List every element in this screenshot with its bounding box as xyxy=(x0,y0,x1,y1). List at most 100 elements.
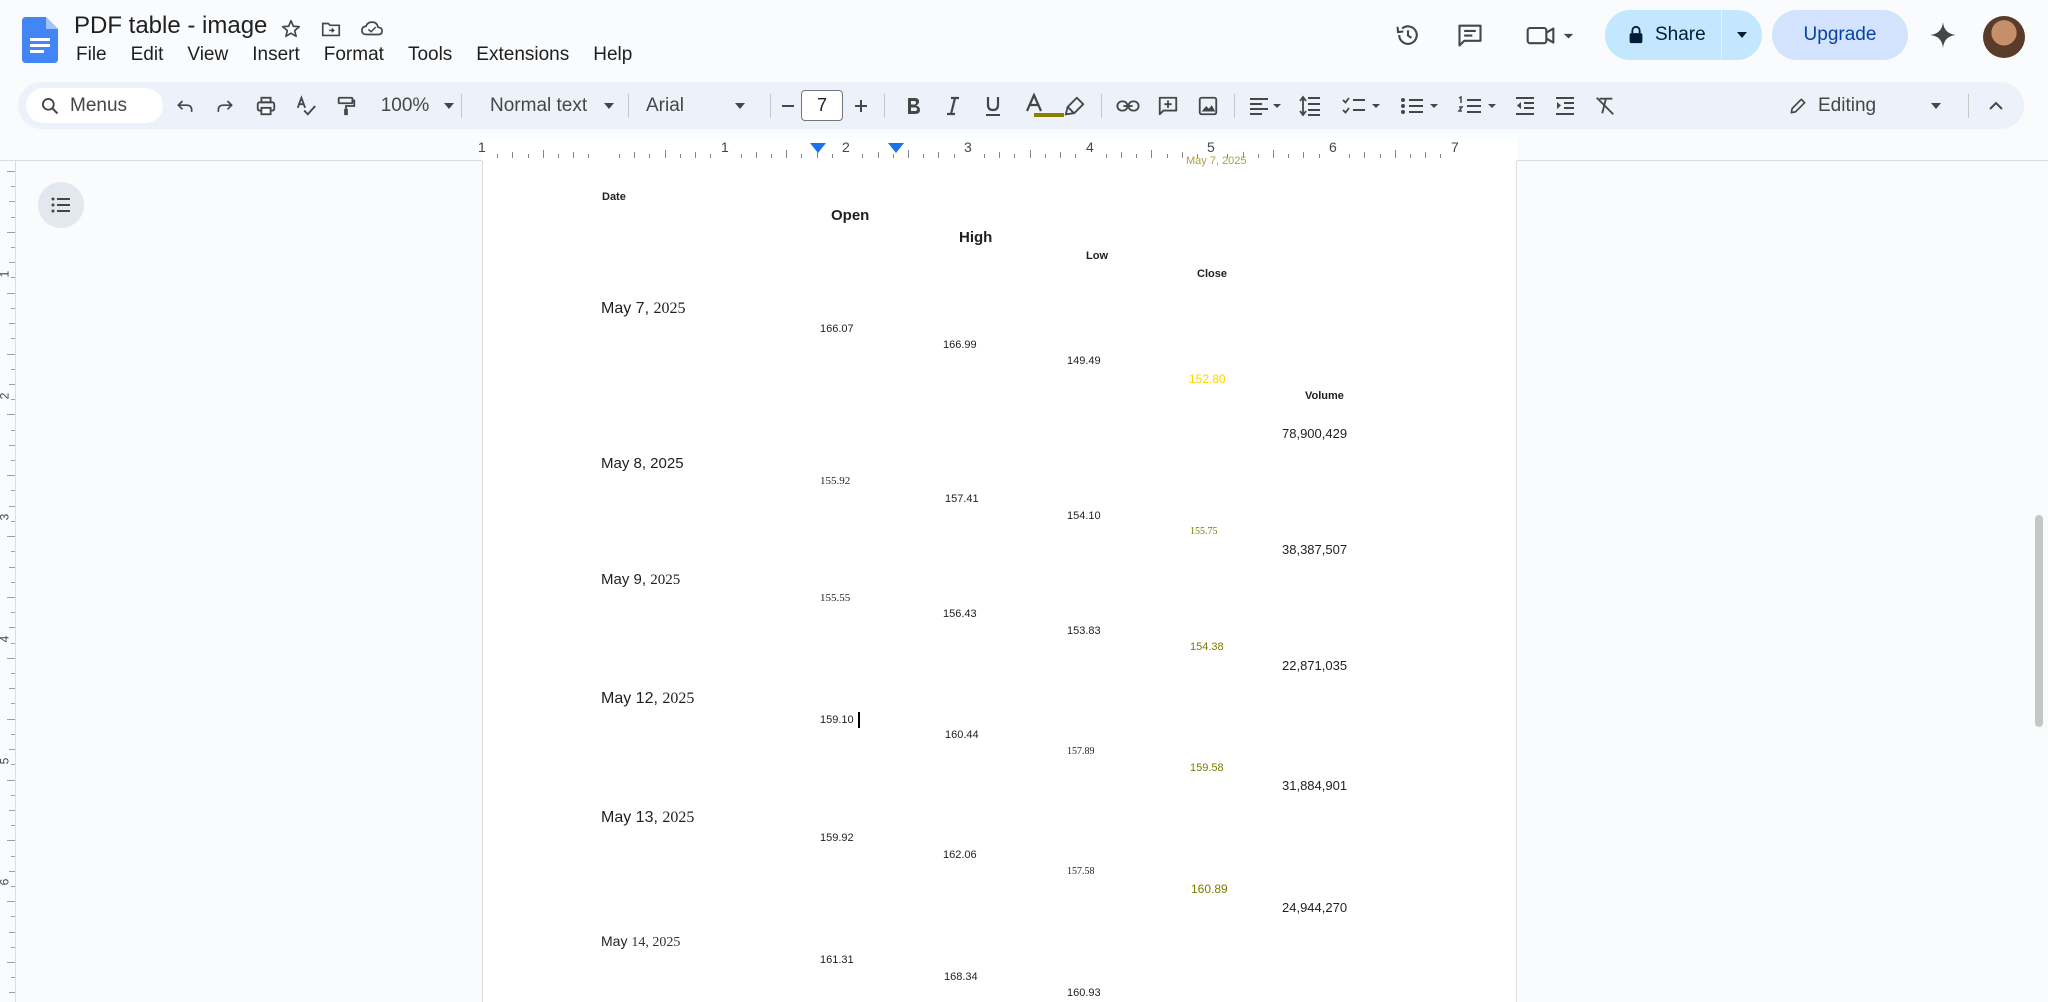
upgrade-button[interactable]: Upgrade xyxy=(1772,10,1908,60)
vertical-ruler-tick xyxy=(9,262,15,264)
line-spacing-icon[interactable] xyxy=(1290,82,1330,129)
menu-file[interactable]: File xyxy=(64,42,119,68)
docs-logo-icon[interactable] xyxy=(22,17,58,63)
vertical-ruler[interactable]: 1 2 3 4 5 6 xyxy=(0,161,16,1002)
ruler-tick xyxy=(1151,150,1153,158)
first-line-indent-marker[interactable] xyxy=(810,143,826,153)
vertical-ruler-label: 3 xyxy=(0,514,11,521)
ruler-tick xyxy=(1318,154,1320,158)
vertical-ruler-tick xyxy=(11,977,15,979)
ruler-tick xyxy=(1379,154,1381,158)
ruler-tick xyxy=(634,152,636,158)
print-icon[interactable] xyxy=(246,82,286,129)
decrease-indent-icon[interactable] xyxy=(1505,82,1545,129)
font-family-select[interactable]: Arial xyxy=(638,82,768,129)
font-size-input[interactable]: 7 xyxy=(801,90,843,121)
row6-date-prefix: May xyxy=(601,933,628,949)
horizontal-ruler[interactable]: 1 1 2 3 4 5 6 7 xyxy=(0,137,2048,161)
row5-close: 160.89 xyxy=(1191,882,1228,896)
redo-icon[interactable] xyxy=(206,82,244,129)
ruler-label: 6 xyxy=(1329,139,1337,155)
row1-close: 152.80 xyxy=(1189,372,1226,386)
row2-high: 157.41 xyxy=(945,493,979,505)
share-options-chevron-icon[interactable] xyxy=(1722,10,1762,60)
decrease-font-size-icon[interactable] xyxy=(773,82,803,129)
spellcheck-icon[interactable] xyxy=(286,82,326,129)
menu-extensions[interactable]: Extensions xyxy=(464,42,581,68)
vertical-ruler-tick xyxy=(11,277,15,279)
vertical-ruler-tick xyxy=(11,764,15,766)
vertical-ruler-tick xyxy=(9,323,15,325)
highlight-color-icon[interactable] xyxy=(1055,82,1095,129)
menu-tools[interactable]: Tools xyxy=(396,42,464,68)
increase-indent-icon[interactable] xyxy=(1545,82,1585,129)
comments-icon[interactable] xyxy=(1450,15,1490,55)
clear-formatting-icon[interactable] xyxy=(1585,82,1625,129)
toolbar: Menus 100% Normal text Arial 7 Editing xyxy=(18,82,2024,129)
zoom-select[interactable]: 100% xyxy=(368,82,468,129)
vertical-ruler-tick xyxy=(11,825,15,827)
header-date: Date xyxy=(602,191,626,203)
insert-link-icon[interactable] xyxy=(1108,82,1148,129)
star-icon[interactable] xyxy=(276,14,306,44)
numbered-list-icon[interactable] xyxy=(1448,82,1506,129)
ruler-label: 3 xyxy=(964,139,972,155)
document-outline-button[interactable] xyxy=(38,182,84,228)
document-page[interactable]: May 7, 2025 Date Open High Low Close Vol… xyxy=(482,155,1517,1002)
version-history-icon[interactable] xyxy=(1388,15,1428,55)
menu-insert[interactable]: Insert xyxy=(240,42,312,68)
search-menus-input[interactable]: Menus xyxy=(26,88,163,123)
vertical-ruler-tick xyxy=(11,490,15,492)
meet-video-icon[interactable] xyxy=(1520,15,1582,55)
paint-format-icon[interactable] xyxy=(326,82,366,129)
checklist-icon[interactable] xyxy=(1332,82,1390,129)
row5-date-year: 2025 xyxy=(662,809,695,826)
ruler-tick xyxy=(558,154,560,158)
move-to-folder-icon[interactable] xyxy=(316,14,346,44)
vertical-ruler-tick xyxy=(11,186,15,188)
row5-high: 162.06 xyxy=(943,849,977,861)
underline-icon[interactable] xyxy=(973,82,1013,129)
ruler-tick xyxy=(679,154,681,158)
row3-volume: 22,871,035 xyxy=(1282,658,1348,673)
cloud-saved-icon[interactable] xyxy=(357,14,387,44)
user-avatar[interactable] xyxy=(1983,16,2025,58)
share-button[interactable]: Share xyxy=(1605,10,1762,60)
vertical-scrollbar[interactable] xyxy=(2035,515,2043,727)
gemini-sparkle-icon[interactable] xyxy=(1923,15,1963,55)
insert-comment-icon[interactable] xyxy=(1148,82,1188,129)
left-indent-marker[interactable] xyxy=(888,143,904,153)
collapse-toolbar-chevron-up-icon[interactable] xyxy=(1976,82,2016,129)
zoom-value: 100% xyxy=(380,94,430,116)
align-left-icon[interactable] xyxy=(1240,82,1290,129)
ruler-tick xyxy=(1425,152,1427,158)
ruler-tick xyxy=(1349,154,1351,158)
ruler-label: 4 xyxy=(1086,139,1094,155)
insert-image-icon[interactable] xyxy=(1188,82,1228,129)
menu-view[interactable]: View xyxy=(175,42,240,68)
bold-icon[interactable] xyxy=(893,82,933,129)
menu-format[interactable]: Format xyxy=(312,42,396,68)
italic-icon[interactable] xyxy=(933,82,973,129)
row4-open[interactable]: 159.10 xyxy=(820,712,860,728)
vertical-ruler-tick xyxy=(9,505,15,507)
vertical-ruler-tick xyxy=(9,201,15,203)
editing-mode-select[interactable]: Editing xyxy=(1778,82,1958,129)
ruler-tick xyxy=(1105,154,1107,158)
document-title[interactable]: PDF table - image xyxy=(74,12,267,40)
menu-help[interactable]: Help xyxy=(581,42,644,68)
vertical-ruler-tick xyxy=(11,916,15,918)
toolbar-divider xyxy=(1968,94,1969,118)
text-color-icon[interactable] xyxy=(1013,82,1055,129)
vertical-ruler-label: 2 xyxy=(0,393,11,400)
paragraph-style-select[interactable]: Normal text xyxy=(478,82,628,129)
menu-edit[interactable]: Edit xyxy=(119,42,176,68)
row6-date: May 14, 2025 xyxy=(601,933,680,951)
increase-font-size-icon[interactable] xyxy=(846,82,876,129)
row3-date-prefix: May 9, xyxy=(601,571,647,588)
ruler-tick xyxy=(1166,154,1168,158)
undo-icon[interactable] xyxy=(166,82,204,129)
ruler-tick xyxy=(771,154,773,158)
toolbar-divider xyxy=(628,94,629,118)
bulleted-list-icon[interactable] xyxy=(1390,82,1448,129)
